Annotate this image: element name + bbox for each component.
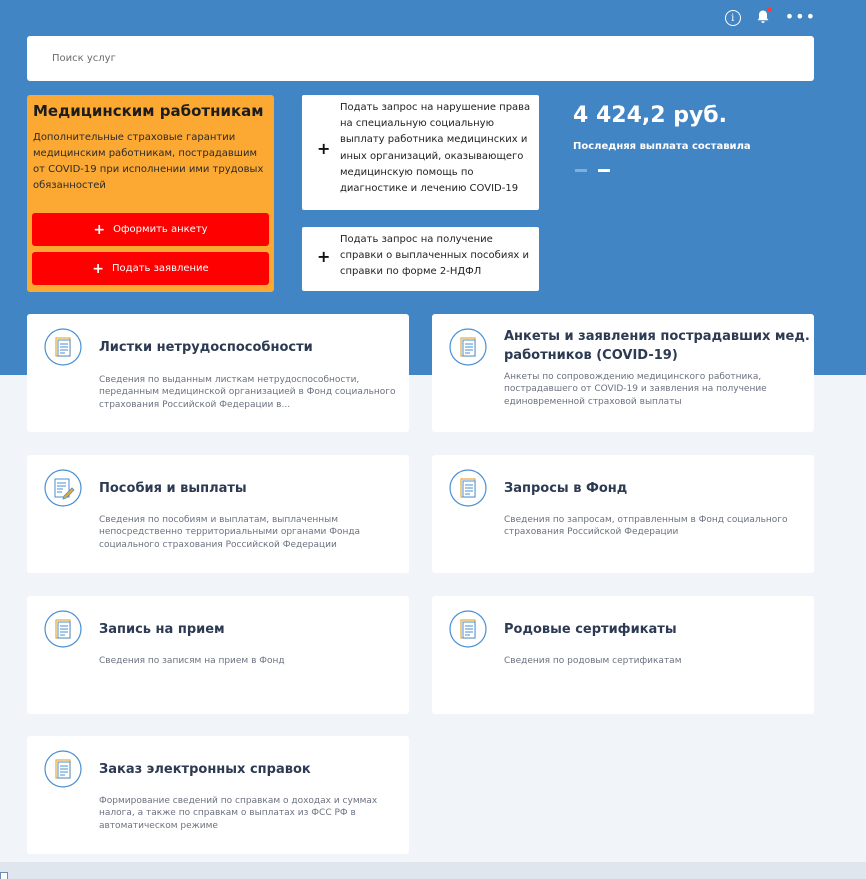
more-icon[interactable]: ••• (785, 9, 816, 25)
document-icon (44, 328, 82, 366)
plus-icon: + (317, 139, 331, 158)
tile-title: Запросы в Фонд (504, 481, 628, 496)
document-pen-icon (44, 469, 82, 507)
carousel-dot-2[interactable] (598, 169, 610, 172)
medical-workers-title: Медицинским работникам (33, 102, 264, 120)
tile-title: Пособия и выплаты (99, 481, 247, 496)
last-payment-amount: 4 424,2 руб. (573, 103, 728, 128)
document-icon (44, 610, 82, 648)
bell-icon[interactable] (755, 7, 772, 25)
tile-description: Сведения по родовым сертификатам (504, 656, 682, 666)
request-special-payment-text: Подать запрос на нарушение права на спец… (340, 102, 531, 195)
tile-electronic-certificates[interactable]: Заказ электронных справок Формирование с… (27, 736, 409, 854)
tile-benefits[interactable]: Пособия и выплаты Сведения по пособиям и… (27, 455, 409, 573)
tile-title: Родовые сертификаты (504, 622, 677, 637)
plus-icon: + (93, 221, 106, 238)
window-icon (0, 872, 8, 879)
medical-workers-text: Дополнительные страховые гарантии медици… (33, 132, 264, 191)
document-icon (449, 610, 487, 648)
tile-description: Сведения по запросам, отправленным в Фон… (504, 515, 788, 538)
tile-birth-certificates[interactable]: Родовые сертификаты Сведения по родовым … (432, 596, 814, 714)
last-payment-label: Последняя выплата составила (573, 141, 751, 152)
carousel-dot-1[interactable] (575, 169, 587, 172)
search-input[interactable] (50, 52, 754, 65)
tile-description: Анкеты по сопровождению медицинского раб… (504, 372, 767, 407)
tile-appointment[interactable]: Запись на прием Сведения по записям на п… (27, 596, 409, 714)
bottom-strip (0, 862, 866, 879)
document-icon (449, 328, 487, 366)
tile-description: Формирование сведений по справкам о дохо… (99, 796, 378, 831)
tile-title: Анкеты и заявления пострадавших мед. раб… (504, 329, 810, 363)
request-special-payment-card[interactable]: + Подать запрос на нарушение права на сп… (302, 95, 539, 210)
request-certificate-card[interactable]: + Подать запрос на получение справки о в… (302, 227, 539, 291)
submit-application-label: Подать заявление (112, 263, 209, 274)
tile-title: Запись на прием (99, 622, 225, 637)
request-certificate-text: Подать запрос на получение справки о вып… (340, 234, 529, 278)
tile-description: Сведения по пособиям и выплатам, выплаче… (99, 515, 361, 550)
plus-icon: + (317, 247, 331, 266)
fill-questionnaire-button[interactable]: + Оформить анкету (32, 213, 269, 246)
tile-description: Сведения по выданным листкам нетрудоспос… (99, 375, 396, 410)
medical-workers-card: Медицинским работникам Дополнительные ст… (27, 95, 274, 292)
submit-application-button[interactable]: + Подать заявление (32, 252, 269, 285)
tile-fund-requests[interactable]: Запросы в Фонд Сведения по запросам, отп… (432, 455, 814, 573)
document-icon (44, 750, 82, 788)
document-icon (449, 469, 487, 507)
tile-sick-leave[interactable]: Листки нетрудоспособности Сведения по вы… (27, 314, 409, 432)
tile-title: Заказ электронных справок (99, 762, 311, 777)
top-toolbar: i ••• (724, 6, 816, 26)
fill-questionnaire-label: Оформить анкету (113, 224, 208, 235)
tile-description: Сведения по записям на прием в Фонд (99, 656, 285, 666)
page: i ••• Медицинским работникам Дополнитель… (0, 0, 866, 879)
info-icon[interactable]: i (724, 10, 741, 26)
plus-icon: + (92, 260, 105, 277)
notification-dot (766, 7, 772, 12)
tile-covid-applications[interactable]: Анкеты и заявления пострадавших мед. раб… (432, 314, 814, 432)
search-bar (27, 36, 814, 81)
tile-title: Листки нетрудоспособности (99, 340, 313, 355)
